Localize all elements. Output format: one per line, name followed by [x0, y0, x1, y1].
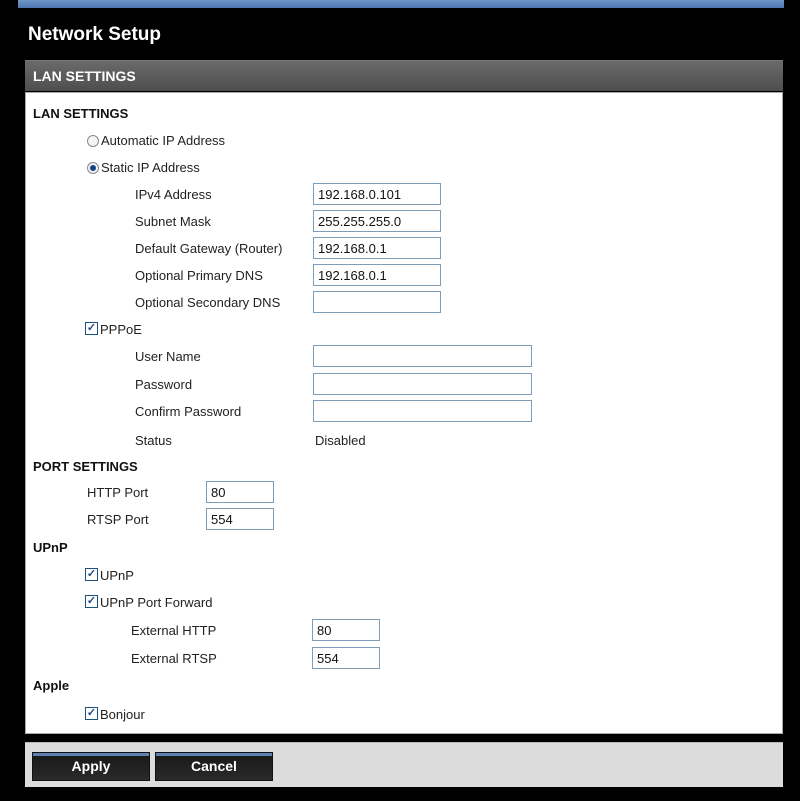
page-title: Network Setup — [28, 24, 162, 45]
subnet-mask-input[interactable] — [313, 210, 441, 232]
top-accent-strip — [18, 0, 784, 8]
ipv4-address-input[interactable] — [313, 183, 441, 205]
ipv4-address-label: IPv4 Address — [135, 187, 212, 202]
user-name-label: User Name — [135, 349, 201, 364]
automatic-ip-label: Automatic IP Address — [101, 133, 226, 148]
http-port-label: HTTP Port — [87, 485, 149, 500]
bonjour-label: Bonjour — [100, 707, 145, 722]
automatic-ip-radio[interactable] — [87, 135, 99, 147]
user-name-input[interactable] — [313, 345, 532, 367]
network-setup-window: Network Setup LAN SETTINGS LAN SETTINGS … — [18, 0, 784, 801]
subnet-mask-label: Subnet Mask — [135, 214, 211, 229]
pppoe-label: PPPoE — [100, 322, 142, 337]
upnp-port-forward-label: UPnP Port Forward — [100, 595, 213, 610]
confirm-password-label: Confirm Password — [135, 404, 242, 419]
bonjour-checkbox[interactable]: ✓ — [85, 707, 98, 720]
pppoe-status-label: Status — [135, 433, 172, 448]
secondary-dns-label: Optional Secondary DNS — [135, 295, 281, 310]
lan-settings-heading: LAN SETTINGS — [33, 106, 129, 121]
apple-heading: Apple — [33, 678, 70, 693]
external-http-input[interactable] — [312, 619, 380, 641]
button-bar: Apply Cancel — [25, 742, 783, 787]
rtsp-port-label: RTSP Port — [87, 512, 149, 527]
http-port-input[interactable] — [206, 481, 274, 503]
apply-button[interactable]: Apply — [32, 752, 150, 781]
upnp-port-forward-checkbox[interactable]: ✓ — [85, 595, 98, 608]
upnp-heading: UPnP — [33, 540, 68, 555]
primary-dns-label: Optional Primary DNS — [135, 268, 263, 283]
static-ip-radio[interactable] — [87, 162, 99, 174]
password-input[interactable] — [313, 373, 532, 395]
external-rtsp-input[interactable] — [312, 647, 380, 669]
static-ip-label: Static IP Address — [101, 160, 200, 175]
default-gateway-label: Default Gateway (Router) — [135, 241, 283, 256]
password-label: Password — [135, 377, 193, 392]
primary-dns-input[interactable] — [313, 264, 441, 286]
secondary-dns-input[interactable] — [313, 291, 441, 313]
external-rtsp-label: External RTSP — [131, 651, 217, 666]
external-http-label: External HTTP — [131, 623, 217, 638]
section-header: LAN SETTINGS — [25, 60, 783, 91]
cancel-button[interactable]: Cancel — [155, 752, 273, 781]
default-gateway-input[interactable] — [313, 237, 441, 259]
settings-panel: LAN SETTINGS Automatic IP Address Static… — [25, 92, 783, 734]
pppoe-status-value: Disabled — [315, 433, 366, 448]
upnp-checkbox[interactable]: ✓ — [85, 568, 98, 581]
confirm-password-input[interactable] — [313, 400, 532, 422]
upnp-label: UPnP — [100, 568, 134, 583]
rtsp-port-input[interactable] — [206, 508, 274, 530]
pppoe-checkbox[interactable]: ✓ — [85, 322, 98, 335]
port-settings-heading: PORT SETTINGS — [33, 459, 138, 474]
